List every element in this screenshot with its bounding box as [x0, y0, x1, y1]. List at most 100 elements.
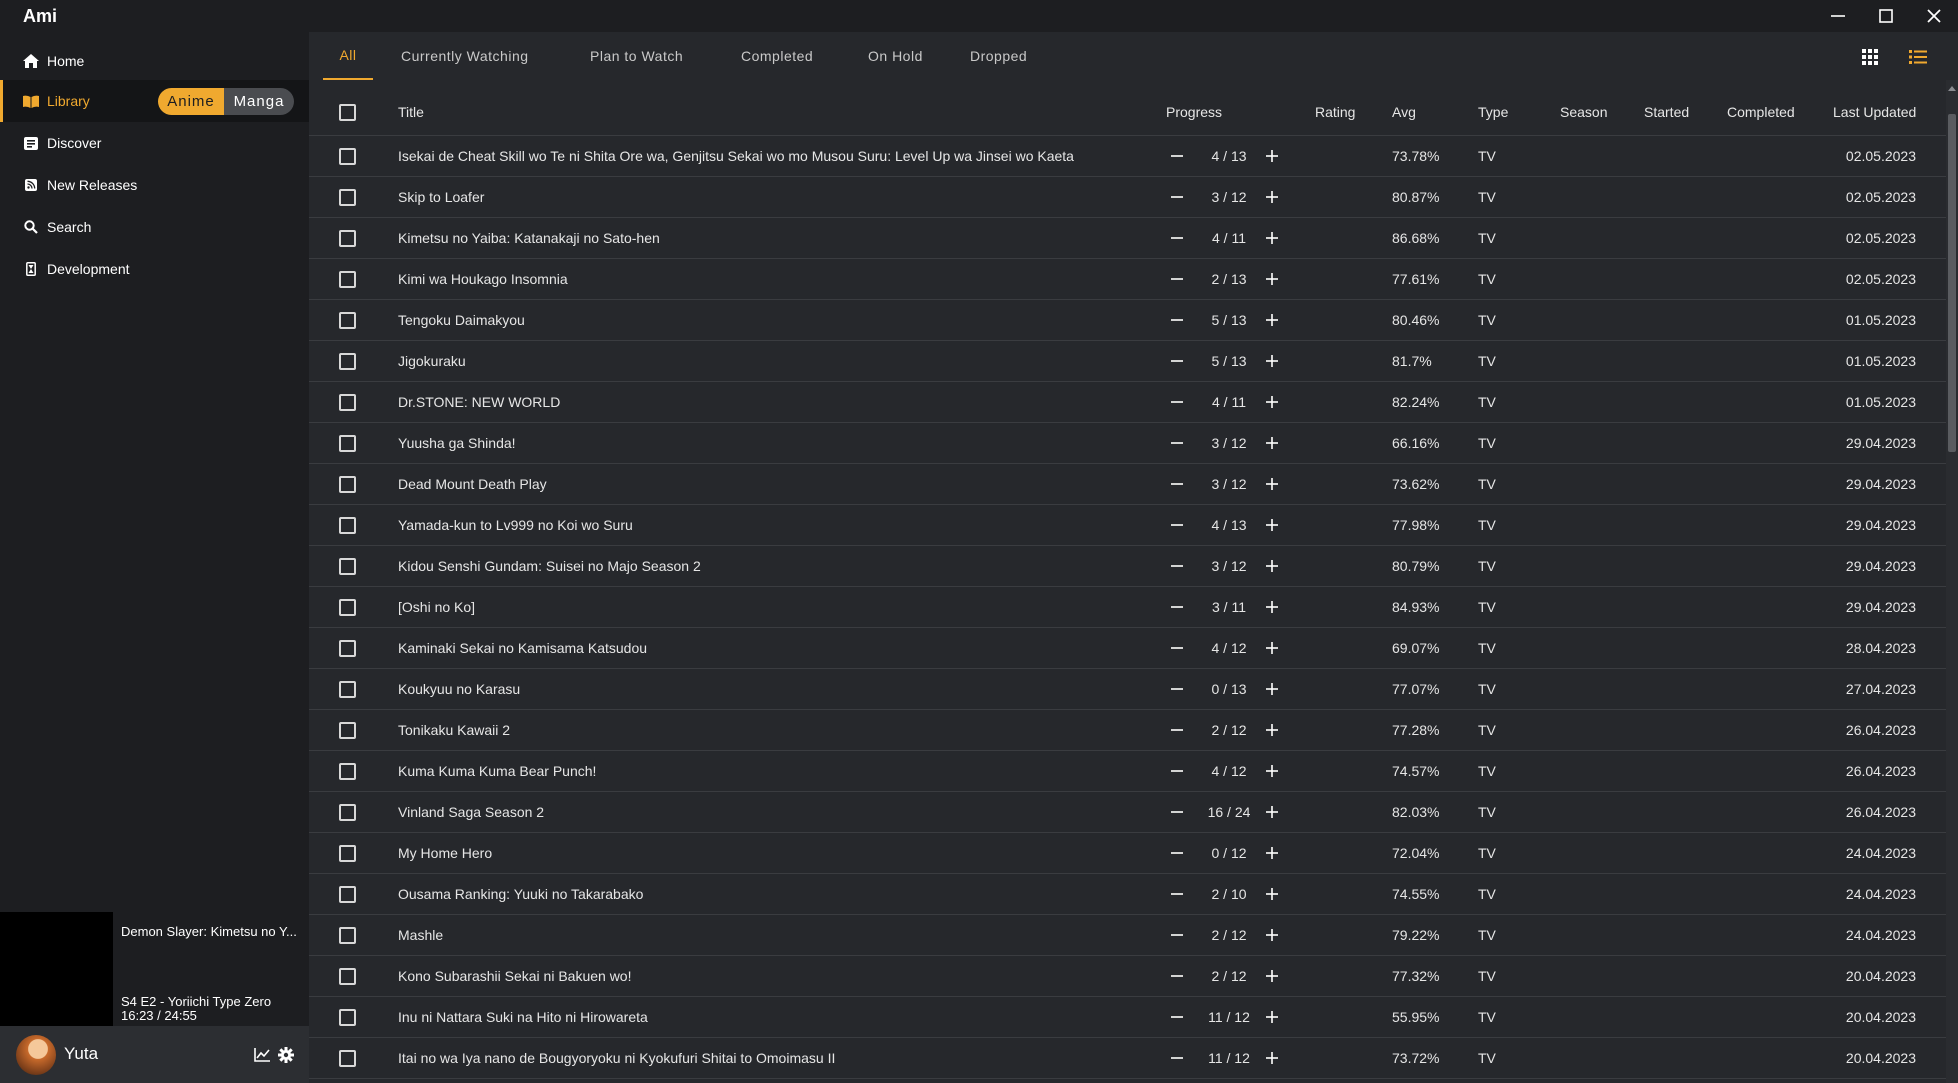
row-checkbox[interactable] — [339, 640, 356, 657]
row-title[interactable]: Inu ni Nattara Suki na Hito ni Hirowaret… — [398, 997, 1098, 1037]
table-row[interactable]: Kaminaki Sekai no Kamisama Katsudou 4 / 1… — [309, 628, 1949, 669]
decrement-button[interactable] — [1169, 833, 1185, 873]
row-title[interactable]: Jigokuraku — [398, 341, 1098, 381]
decrement-button[interactable] — [1169, 710, 1185, 750]
decrement-button[interactable] — [1169, 956, 1185, 996]
table-row[interactable]: Skip to Loafer 3 / 12 80.87% TV 02.05.2023 — [309, 177, 1949, 218]
list-view-button[interactable] — [1907, 46, 1929, 68]
row-title[interactable]: Mashle — [398, 915, 1098, 955]
increment-button[interactable] — [1262, 1038, 1282, 1078]
row-checkbox[interactable] — [339, 558, 356, 575]
decrement-button[interactable] — [1169, 669, 1185, 709]
column-progress[interactable]: Progress — [1166, 88, 1222, 136]
toggle-manga[interactable]: Manga — [224, 88, 294, 115]
table-row[interactable]: Kimetsu no Yaiba: Katanakaji no Sato-hen… — [309, 218, 1949, 259]
row-checkbox[interactable] — [339, 968, 356, 985]
row-title[interactable]: Koukyuu no Karasu — [398, 669, 1098, 709]
column-type[interactable]: Type — [1478, 88, 1508, 136]
sidebar-item-home[interactable]: Home — [0, 40, 309, 82]
increment-button[interactable] — [1262, 710, 1282, 750]
row-checkbox[interactable] — [339, 230, 356, 247]
increment-button[interactable] — [1262, 382, 1282, 422]
gear-icon[interactable] — [277, 1046, 295, 1064]
column-title[interactable]: Title — [398, 88, 424, 136]
increment-button[interactable] — [1262, 300, 1282, 340]
table-row[interactable]: Inu ni Nattara Suki na Hito ni Hirowaret… — [309, 997, 1949, 1038]
tab-completed[interactable]: Completed — [741, 32, 813, 80]
decrement-button[interactable] — [1169, 546, 1185, 586]
decrement-button[interactable] — [1169, 341, 1185, 381]
decrement-button[interactable] — [1169, 218, 1185, 258]
scrollbar[interactable] — [1946, 80, 1958, 1083]
row-checkbox[interactable] — [339, 353, 356, 370]
table-row[interactable]: Kono Subarashii Sekai ni Bakuen wo! 2 / 1… — [309, 956, 1949, 997]
column-season[interactable]: Season — [1560, 88, 1607, 136]
decrement-button[interactable] — [1169, 751, 1185, 791]
decrement-button[interactable] — [1169, 874, 1185, 914]
increment-button[interactable] — [1262, 423, 1282, 463]
column-rating[interactable]: Rating — [1315, 88, 1355, 136]
row-title[interactable]: Tengoku Daimakyou — [398, 300, 1098, 340]
increment-button[interactable] — [1262, 956, 1282, 996]
column-started[interactable]: Started — [1644, 88, 1689, 136]
row-checkbox[interactable] — [339, 189, 356, 206]
decrement-button[interactable] — [1169, 1038, 1185, 1078]
increment-button[interactable] — [1262, 833, 1282, 873]
increment-button[interactable] — [1262, 915, 1282, 955]
increment-button[interactable] — [1262, 669, 1282, 709]
now-playing-panel[interactable]: Demon Slayer: Kimetsu no Y... S4 E2 - Yo… — [0, 912, 309, 1026]
row-checkbox[interactable] — [339, 927, 356, 944]
row-title[interactable]: Skip to Loafer — [398, 177, 1098, 217]
table-row[interactable]: Vinland Saga Season 2 16 / 24 82.03% TV 26.0… — [309, 792, 1949, 833]
table-row[interactable]: Ousama Ranking: Yuuki no Takarabako 2 / 1… — [309, 874, 1949, 915]
row-title[interactable]: My Home Hero — [398, 833, 1098, 873]
increment-button[interactable] — [1262, 546, 1282, 586]
table-row[interactable]: Tengoku Daimakyou 5 / 13 80.46% TV 01.05.202… — [309, 300, 1949, 341]
table-row[interactable]: Yuusha ga Shinda! 3 / 12 66.16% TV 29.04.202… — [309, 423, 1949, 464]
increment-button[interactable] — [1262, 177, 1282, 217]
table-row[interactable]: My Home Hero 0 / 12 72.04% TV 24.04.2023 — [309, 833, 1949, 874]
row-title[interactable]: Kimi wa Houkago Insomnia — [398, 259, 1098, 299]
row-title[interactable]: Kidou Senshi Gundam: Suisei no Majo Seas… — [398, 546, 1098, 586]
sidebar-item-discover[interactable]: Discover — [0, 122, 309, 164]
row-checkbox[interactable] — [339, 148, 356, 165]
row-checkbox[interactable] — [339, 804, 356, 821]
decrement-button[interactable] — [1169, 628, 1185, 668]
sidebar-item-search[interactable]: Search — [0, 206, 309, 248]
tab-currently-watching[interactable]: Currently Watching — [401, 32, 529, 80]
table-row[interactable]: Dead Mount Death Play 3 / 12 73.62% TV 29.04… — [309, 464, 1949, 505]
row-checkbox[interactable] — [339, 681, 356, 698]
decrement-button[interactable] — [1169, 177, 1185, 217]
column-completed[interactable]: Completed — [1727, 88, 1795, 136]
table-row[interactable]: Mashle 2 / 12 79.22% TV 24.04.2023 — [309, 915, 1949, 956]
close-button[interactable] — [1910, 0, 1958, 32]
column-last-updated[interactable]: Last Updated — [1833, 88, 1916, 136]
row-title[interactable]: Yuusha ga Shinda! — [398, 423, 1098, 463]
table-row[interactable]: Itai no wa Iya nano de Bougyoryoku ni Ky… — [309, 1038, 1949, 1079]
scrollbar-thumb[interactable] — [1948, 114, 1956, 452]
row-checkbox[interactable] — [339, 312, 356, 329]
tab-plan-to-watch[interactable]: Plan to Watch — [590, 32, 683, 80]
row-title[interactable]: Itai no wa Iya nano de Bougyoryoku ni Ky… — [398, 1038, 1098, 1078]
toggle-anime[interactable]: Anime — [158, 88, 224, 115]
row-title[interactable]: Kimetsu no Yaiba: Katanakaji no Sato-hen — [398, 218, 1098, 258]
decrement-button[interactable] — [1169, 464, 1185, 504]
tab-dropped[interactable]: Dropped — [970, 32, 1027, 80]
table-row[interactable]: Kidou Senshi Gundam: Suisei no Majo Seas… — [309, 546, 1949, 587]
row-title[interactable]: Vinland Saga Season 2 — [398, 792, 1098, 832]
increment-button[interactable] — [1262, 792, 1282, 832]
minimize-button[interactable] — [1814, 0, 1862, 32]
increment-button[interactable] — [1262, 136, 1282, 176]
row-checkbox[interactable] — [339, 1009, 356, 1026]
row-title[interactable]: [Oshi no Ko] — [398, 587, 1098, 627]
row-checkbox[interactable] — [339, 886, 356, 903]
maximize-button[interactable] — [1862, 0, 1910, 32]
decrement-button[interactable] — [1169, 300, 1185, 340]
row-checkbox[interactable] — [339, 271, 356, 288]
table-row[interactable]: Jigokuraku 5 / 13 81.7% TV 01.05.2023 — [309, 341, 1949, 382]
table-row[interactable]: Dr.STONE: NEW WORLD 4 / 11 82.24% TV 01.05.2… — [309, 382, 1949, 423]
row-checkbox[interactable] — [339, 394, 356, 411]
increment-button[interactable] — [1262, 874, 1282, 914]
row-title[interactable]: Kono Subarashii Sekai ni Bakuen wo! — [398, 956, 1098, 996]
grid-view-button[interactable] — [1859, 46, 1881, 68]
